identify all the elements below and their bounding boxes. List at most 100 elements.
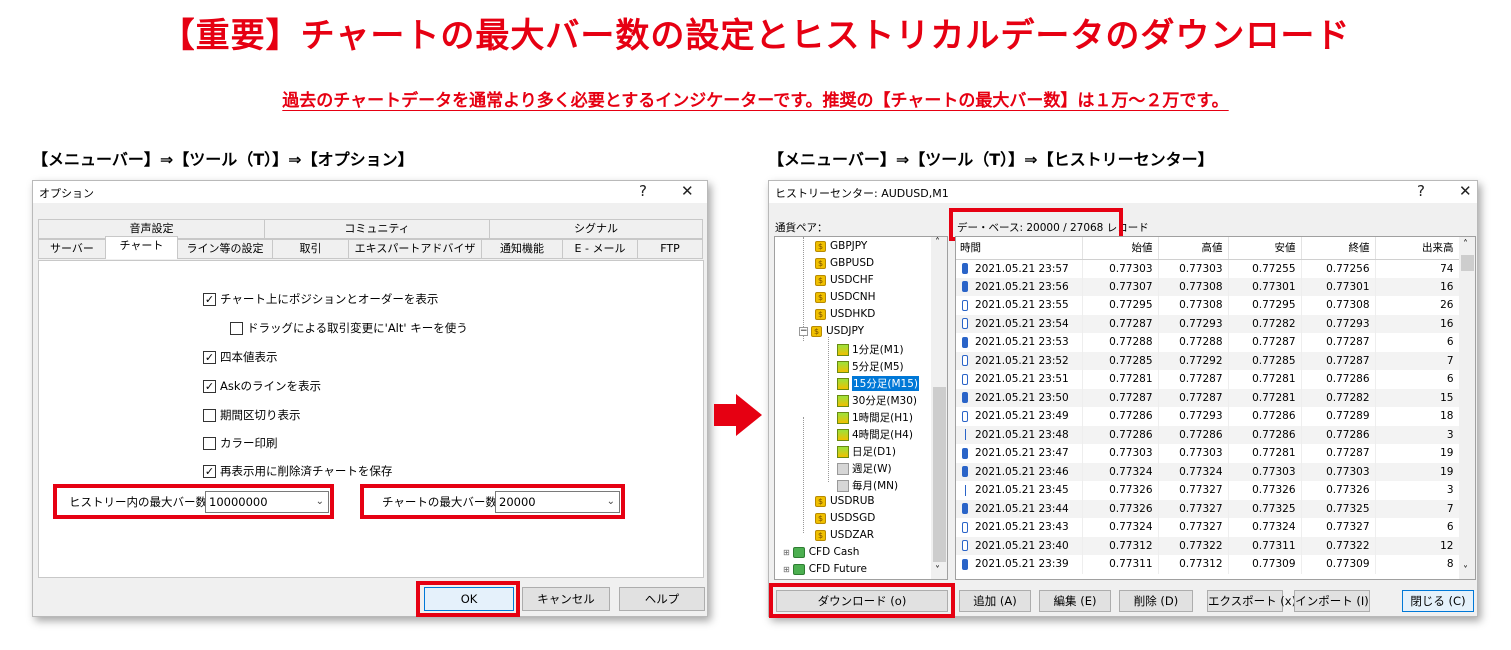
close-icon[interactable]: ✕ <box>1459 182 1472 200</box>
tab-email[interactable]: E - メール <box>562 239 638 259</box>
table-row[interactable]: 2021.05.21 23:40 0.77312 0.77322 0.77311 0.7… <box>956 536 1460 555</box>
tree-item-m30[interactable]: 30分足(M30) <box>837 393 917 408</box>
scroll-up-icon[interactable]: ˄ <box>935 237 940 248</box>
table-row[interactable]: 2021.05.21 23:54 0.77287 0.77293 0.77282 0.7… <box>956 314 1460 333</box>
table-row[interactable]: 2021.05.21 23:56 0.77307 0.77308 0.77301 0.7… <box>956 277 1460 296</box>
tree-item-cfd-cash[interactable]: ⊞ CFD Cash <box>783 546 859 558</box>
tab-objects[interactable]: ライン等の設定 <box>177 239 273 259</box>
table-row[interactable]: 2021.05.21 23:47 0.77303 0.77303 0.77281 0.7… <box>956 444 1460 463</box>
checkbox-box[interactable]: ✓ <box>203 379 216 393</box>
tab-charts[interactable]: チャート <box>105 236 178 259</box>
cell-value: 2021.05.21 23:52 <box>975 354 1069 367</box>
table-row[interactable]: 2021.05.21 23:48 0.77286 0.77286 0.77286 0.7… <box>956 425 1460 444</box>
column-header-close[interactable]: 終値 <box>1301 237 1376 260</box>
tab-server[interactable]: サーバー <box>38 239 106 259</box>
edit-button[interactable]: 編集 (E) <box>1039 590 1111 612</box>
tree-item-gbpusd[interactable]: $ GBPUSD <box>815 257 874 269</box>
table-row[interactable]: 2021.05.21 23:39 0.77311 0.77312 0.77309 0.7… <box>956 555 1460 574</box>
scroll-down-icon[interactable]: ˅ <box>935 565 940 576</box>
checkbox-period-separators[interactable]: 期間区切り表示 <box>203 407 301 423</box>
tree-scrollbar[interactable]: ˄ ˅ <box>931 237 947 579</box>
table-cell-high: 0.77293 <box>1158 314 1229 333</box>
close-button[interactable]: 閉じる (C) <box>1402 590 1474 612</box>
checkbox-show-ohlc[interactable]: ✓ 四本値表示 <box>203 349 278 365</box>
table-row[interactable]: 2021.05.21 23:50 0.77287 0.77287 0.77281 0.7… <box>956 388 1460 407</box>
checkbox-box[interactable] <box>230 321 243 335</box>
checkbox-save-deleted-charts[interactable]: ✓ 再表示用に削除済チャートを保存 <box>203 463 392 479</box>
scroll-up-icon[interactable]: ˄ <box>1463 239 1468 250</box>
checkbox-box[interactable] <box>203 436 216 450</box>
tree-item-usdhkd[interactable]: $ USDHKD <box>815 308 875 320</box>
tree-item-h1[interactable]: 1時間足(H1) <box>837 410 913 425</box>
checkbox-show-trade-levels[interactable]: ✓ チャート上にポジションとオーダーを表示 <box>203 291 438 307</box>
tab-community[interactable]: コミュニティ <box>264 219 490 239</box>
tree-item-w1[interactable]: 週足(W) <box>837 461 892 476</box>
expand-icon[interactable]: ⊞ <box>783 565 790 574</box>
tree-item-m1[interactable]: 1分足(M1) <box>837 342 904 357</box>
column-header-open[interactable]: 始値 <box>1082 237 1159 260</box>
table-row[interactable]: 2021.05.21 23:46 0.77324 0.77324 0.77303 0.7… <box>956 462 1460 481</box>
checkbox-show-ask-line[interactable]: ✓ Askのラインを表示 <box>203 378 321 394</box>
table-row[interactable]: 2021.05.21 23:49 0.77286 0.77293 0.77286 0.7… <box>956 407 1460 426</box>
export-button[interactable]: エクスポート (x) <box>1207 590 1296 612</box>
table-row[interactable]: 2021.05.21 23:57 0.77303 0.77303 0.77255 0.7… <box>956 259 1460 278</box>
close-icon[interactable]: ✕ <box>681 182 694 200</box>
add-button[interactable]: 追加 (A) <box>959 590 1031 612</box>
tab-trade[interactable]: 取引 <box>272 239 349 259</box>
tree-item-usdjpy[interactable]: − $ USDJPY <box>799 325 864 337</box>
checkbox-color-print[interactable]: カラー印刷 <box>203 435 278 451</box>
scrollbar-thumb[interactable] <box>933 387 946 562</box>
checkbox-box[interactable] <box>203 408 216 422</box>
table-cell-time: 2021.05.21 23:49 <box>956 407 1083 426</box>
tab-signals[interactable]: シグナル <box>489 219 703 239</box>
column-header-high[interactable]: 高値 <box>1158 237 1229 260</box>
table-cell-time: 2021.05.21 23:55 <box>956 296 1083 315</box>
tree-item-mn[interactable]: 毎月(MN) <box>837 478 898 493</box>
delete-button[interactable]: 削除 (D) <box>1119 590 1193 612</box>
tree-item-usdzar[interactable]: $ USDZAR <box>815 529 874 541</box>
help-icon[interactable]: ? <box>1417 182 1425 200</box>
table-row[interactable]: 2021.05.21 23:44 0.77326 0.77327 0.77325 0.7… <box>956 499 1460 518</box>
import-button[interactable]: インポート (I) <box>1294 590 1370 612</box>
candle-bull-icon <box>962 281 968 293</box>
table-cell-high: 0.77312 <box>1158 555 1229 574</box>
tree-item-m5[interactable]: 5分足(M5) <box>837 359 904 374</box>
checkbox-box[interactable]: ✓ <box>203 350 216 364</box>
checkbox-box[interactable]: ✓ <box>203 464 216 478</box>
tab-ftp[interactable]: FTP <box>637 239 703 259</box>
tree-item-h4[interactable]: 4時間足(H4) <box>837 427 913 442</box>
table-row[interactable]: 2021.05.21 23:45 0.77326 0.77327 0.77326 0.7… <box>956 481 1460 500</box>
help-button[interactable]: ヘルプ <box>619 587 705 611</box>
tree-item-cfd-future[interactable]: ⊞ CFD Future <box>783 563 867 575</box>
column-header-low[interactable]: 安値 <box>1228 237 1302 260</box>
candle-bull-icon <box>962 558 968 570</box>
collapse-icon[interactable]: − <box>799 326 808 336</box>
help-icon[interactable]: ? <box>639 182 647 200</box>
table-scrollbar[interactable]: ˄ ˅ <box>1459 237 1475 579</box>
tree-item-usdchf[interactable]: $ USDCHF <box>815 274 874 286</box>
tree-item-usdrub[interactable]: $ USDRUB <box>815 495 875 507</box>
column-header-volume[interactable]: 出来高 <box>1375 237 1460 260</box>
expand-icon[interactable]: ⊞ <box>783 548 790 557</box>
group-folder-icon <box>792 546 805 558</box>
scroll-down-icon[interactable]: ˅ <box>1463 565 1468 576</box>
table-row[interactable]: 2021.05.21 23:52 0.77285 0.77292 0.77285 0.7… <box>956 351 1460 370</box>
scrollbar-thumb[interactable] <box>1461 255 1474 271</box>
tree-item-usdsgd[interactable]: $ USDSGD <box>815 512 875 524</box>
tree-item-m15[interactable]: 15分足(M15) <box>837 376 919 391</box>
tree-item-usdcnh[interactable]: $ USDCNH <box>815 291 876 303</box>
cell-value: 19 <box>1440 465 1454 478</box>
tab-notifications[interactable]: 通知機能 <box>481 239 563 259</box>
table-cell-close: 0.77289 <box>1301 407 1376 426</box>
checkbox-alt-drag[interactable]: ドラッグによる取引変更に'Alt' キーを使う <box>230 320 468 336</box>
table-row[interactable]: 2021.05.21 23:55 0.77295 0.77308 0.77295 0.7… <box>956 296 1460 315</box>
tree-item-d1[interactable]: 日足(D1) <box>837 444 896 459</box>
table-row[interactable]: 2021.05.21 23:51 0.77281 0.77287 0.77281 0.7… <box>956 370 1460 389</box>
column-header-time[interactable]: 時間 <box>956 237 1083 260</box>
tree-item-gbpjpy[interactable]: $ GBPJPY <box>815 240 867 252</box>
checkbox-box[interactable]: ✓ <box>203 292 216 306</box>
cancel-button[interactable]: キャンセル <box>522 587 610 611</box>
table-row[interactable]: 2021.05.21 23:53 0.77288 0.77288 0.77287 0.7… <box>956 333 1460 352</box>
table-row[interactable]: 2021.05.21 23:43 0.77324 0.77327 0.77324 0.7… <box>956 518 1460 537</box>
tab-expert-advisors[interactable]: エキスパートアドバイザ <box>348 239 482 259</box>
